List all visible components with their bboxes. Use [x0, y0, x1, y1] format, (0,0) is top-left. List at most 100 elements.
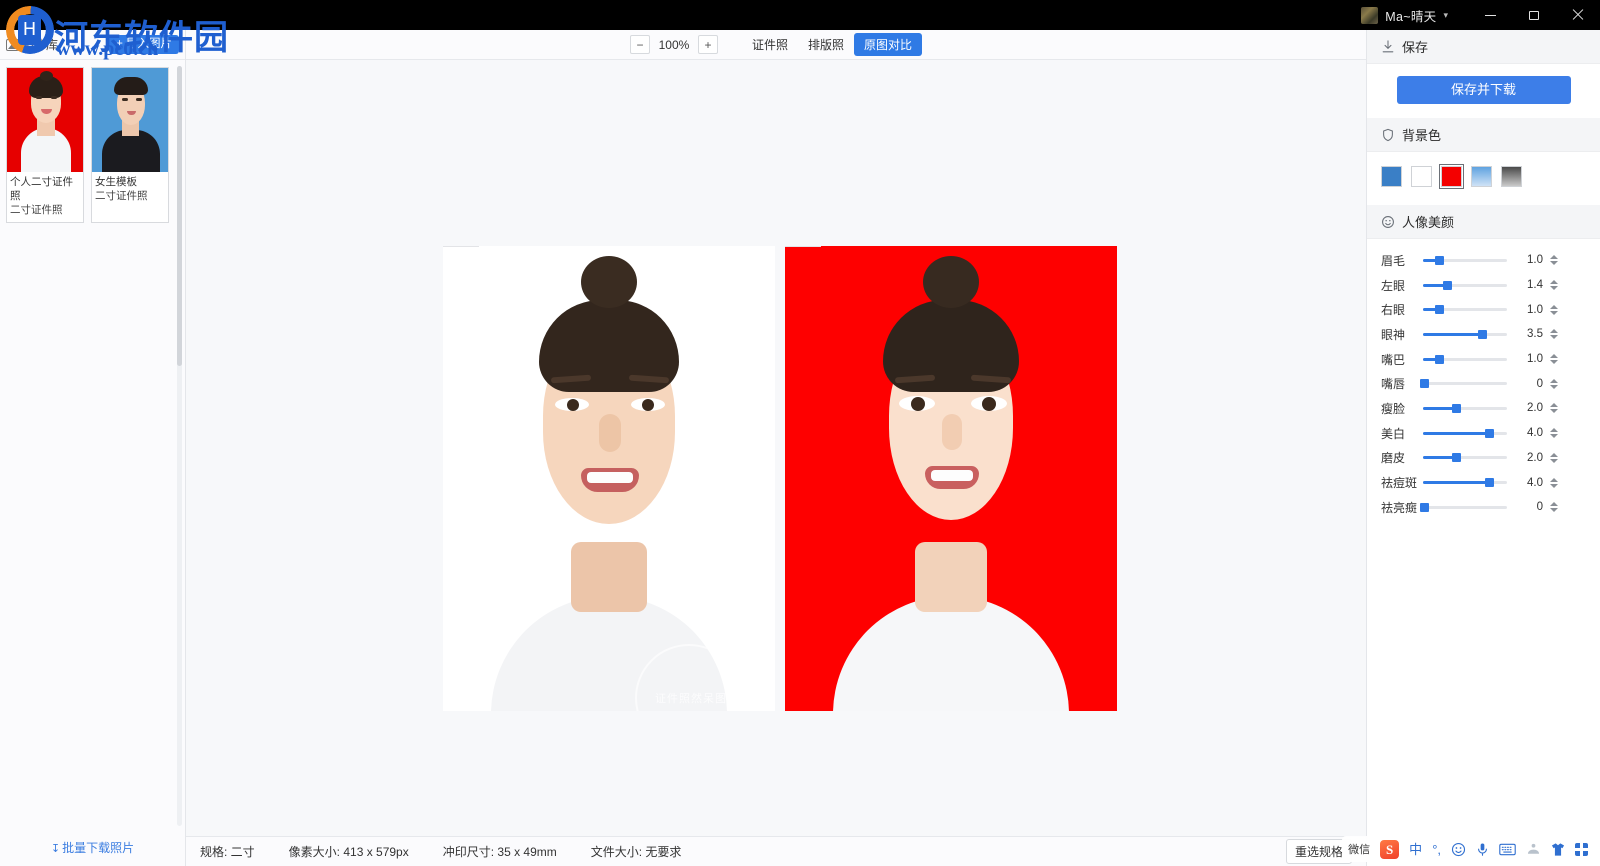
beauty-slider-label: 瘦脸 — [1381, 401, 1406, 416]
bg-swatch-blue[interactable] — [1381, 166, 1402, 187]
beauty-slider-stepper[interactable] — [1548, 354, 1560, 365]
beauty-slider-thumb[interactable] — [1419, 379, 1429, 389]
stepper-down-icon[interactable] — [1550, 261, 1558, 266]
beauty-slider-track[interactable] — [1423, 453, 1507, 463]
apps-grid-icon[interactable] — [1575, 842, 1588, 856]
beauty-slider-thumb[interactable] — [1477, 329, 1487, 339]
stepper-down-icon[interactable] — [1550, 508, 1558, 513]
beauty-slider-track[interactable] — [1423, 280, 1507, 290]
beauty-slider-thumb[interactable] — [1485, 428, 1495, 438]
beauty-slider-stepper[interactable] — [1548, 329, 1560, 340]
user-avatar[interactable] — [1361, 6, 1379, 24]
tray-app-label[interactable]: 微信 — [1348, 841, 1370, 857]
sogou-logo-icon[interactable]: S — [1380, 839, 1400, 859]
stepper-down-icon[interactable] — [1550, 458, 1558, 463]
stepper-down-icon[interactable] — [1550, 409, 1558, 414]
stepper-up-icon[interactable] — [1550, 502, 1558, 507]
beauty-slider-stepper[interactable] — [1548, 255, 1560, 266]
beauty-slider-track[interactable] — [1423, 305, 1507, 315]
zoom-out-button[interactable]: − — [629, 35, 650, 54]
beauty-slider-track[interactable] — [1419, 379, 1507, 389]
beauty-slider-track[interactable] — [1423, 428, 1507, 438]
stepper-up-icon[interactable] — [1550, 477, 1558, 482]
import-image-button[interactable]: + 导入图片 — [109, 35, 179, 54]
beauty-slider-stepper[interactable] — [1548, 304, 1560, 315]
beauty-slider-track[interactable] — [1423, 255, 1507, 265]
keyboard-icon[interactable] — [1499, 843, 1516, 856]
beauty-slider-stepper[interactable] — [1548, 502, 1560, 513]
stepper-down-icon[interactable] — [1550, 384, 1558, 389]
maximize-button[interactable] — [1512, 0, 1556, 30]
beauty-slider-stepper[interactable] — [1548, 280, 1560, 291]
beauty-slider-thumb[interactable] — [1442, 280, 1452, 290]
beauty-slider-stepper[interactable] — [1548, 452, 1560, 463]
save-and-download-button[interactable]: 保存并下载 — [1396, 76, 1571, 104]
beauty-slider-value: 2.0 — [1527, 451, 1543, 464]
stepper-up-icon[interactable] — [1550, 378, 1558, 383]
emoji-icon[interactable] — [1451, 842, 1466, 857]
beauty-slider-thumb[interactable] — [1419, 502, 1429, 512]
bg-swatch-blue-gradient[interactable] — [1471, 166, 1492, 187]
stepper-down-icon[interactable] — [1550, 310, 1558, 315]
photo-after[interactable]: 优化后 — [785, 246, 1117, 711]
stepper-up-icon[interactable] — [1550, 354, 1558, 359]
beauty-slider-value: 1.0 — [1527, 303, 1543, 316]
toolbox-icon[interactable] — [1526, 843, 1541, 856]
chevron-down-icon[interactable]: ▾ — [1443, 10, 1448, 21]
microphone-icon[interactable] — [1476, 842, 1489, 857]
ime-mode-label[interactable]: 中 — [1409, 843, 1422, 856]
beauty-slider-stepper[interactable] — [1548, 403, 1560, 414]
library-tab[interactable]: 照片库 — [6, 36, 58, 53]
beauty-slider-label: 美白 — [1381, 426, 1406, 441]
close-button[interactable] — [1556, 0, 1600, 30]
batch-download-link[interactable]: ↧ 批量下载照片 — [0, 839, 185, 856]
library-scrollbar[interactable] — [177, 66, 182, 826]
tab-id-photo[interactable]: 证件照 — [742, 33, 798, 56]
list-item[interactable]: 女生模板 二寸证件照 — [91, 67, 169, 223]
ime-punctuation-toggle[interactable]: °, — [1432, 843, 1441, 856]
beauty-slider-thumb[interactable] — [1485, 478, 1495, 488]
stepper-up-icon[interactable] — [1550, 428, 1558, 433]
beauty-slider-track[interactable] — [1423, 329, 1507, 339]
beauty-slider-value: 4.0 — [1527, 476, 1543, 489]
photo-before[interactable]: 优化前 — [443, 246, 775, 711]
stepper-up-icon[interactable] — [1550, 452, 1558, 457]
beauty-slider-thumb[interactable] — [1434, 255, 1444, 265]
zoom-in-button[interactable]: + — [697, 35, 718, 54]
beauty-slider-thumb[interactable] — [1451, 453, 1461, 463]
stepper-down-icon[interactable] — [1550, 286, 1558, 291]
beauty-slider-thumb[interactable] — [1434, 354, 1444, 364]
tab-layout-photo[interactable]: 排版照 — [798, 33, 854, 56]
bg-swatch-red[interactable] — [1439, 164, 1464, 189]
beauty-slider-track[interactable] — [1423, 478, 1507, 488]
stepper-up-icon[interactable] — [1550, 255, 1558, 260]
beauty-slider-track[interactable] — [1423, 354, 1507, 364]
beauty-slider-track[interactable] — [1419, 502, 1507, 512]
beauty-slider-thumb[interactable] — [1434, 305, 1444, 315]
stepper-down-icon[interactable] — [1550, 335, 1558, 340]
bg-swatch-gray-gradient[interactable] — [1501, 166, 1522, 187]
stepper-up-icon[interactable] — [1550, 280, 1558, 285]
beauty-slider-stepper[interactable] — [1548, 477, 1560, 488]
library-toolbar: 照片库 + 导入图片 — [0, 30, 185, 60]
minimize-button[interactable] — [1468, 0, 1512, 30]
stepper-up-icon[interactable] — [1550, 329, 1558, 334]
bg-swatch-white[interactable] — [1411, 166, 1432, 187]
beauty-slider-row: 嘴唇 0 — [1381, 371, 1586, 396]
beauty-slider-stepper[interactable] — [1548, 378, 1560, 389]
stepper-up-icon[interactable] — [1550, 304, 1558, 309]
editor-area: − 100% + 证件照 排版照 原图对比 优化前 — [186, 30, 1366, 866]
beauty-slider-thumb[interactable] — [1451, 403, 1461, 413]
stepper-down-icon[interactable] — [1550, 483, 1558, 488]
zoom-level-label: 100% — [658, 37, 690, 52]
beauty-slider-value: 0 — [1536, 501, 1543, 514]
beauty-slider-track[interactable] — [1423, 403, 1507, 413]
thumbnail-subtitle: 二寸证件照 — [10, 204, 63, 217]
stepper-down-icon[interactable] — [1550, 360, 1558, 365]
tab-original-compare[interactable]: 原图对比 — [854, 33, 923, 56]
stepper-down-icon[interactable] — [1550, 434, 1558, 439]
list-item[interactable]: 个人二寸证件照 二寸证件照 — [6, 67, 84, 223]
stepper-up-icon[interactable] — [1550, 403, 1558, 408]
skin-shirt-icon[interactable] — [1551, 842, 1565, 857]
beauty-slider-stepper[interactable] — [1548, 428, 1560, 439]
